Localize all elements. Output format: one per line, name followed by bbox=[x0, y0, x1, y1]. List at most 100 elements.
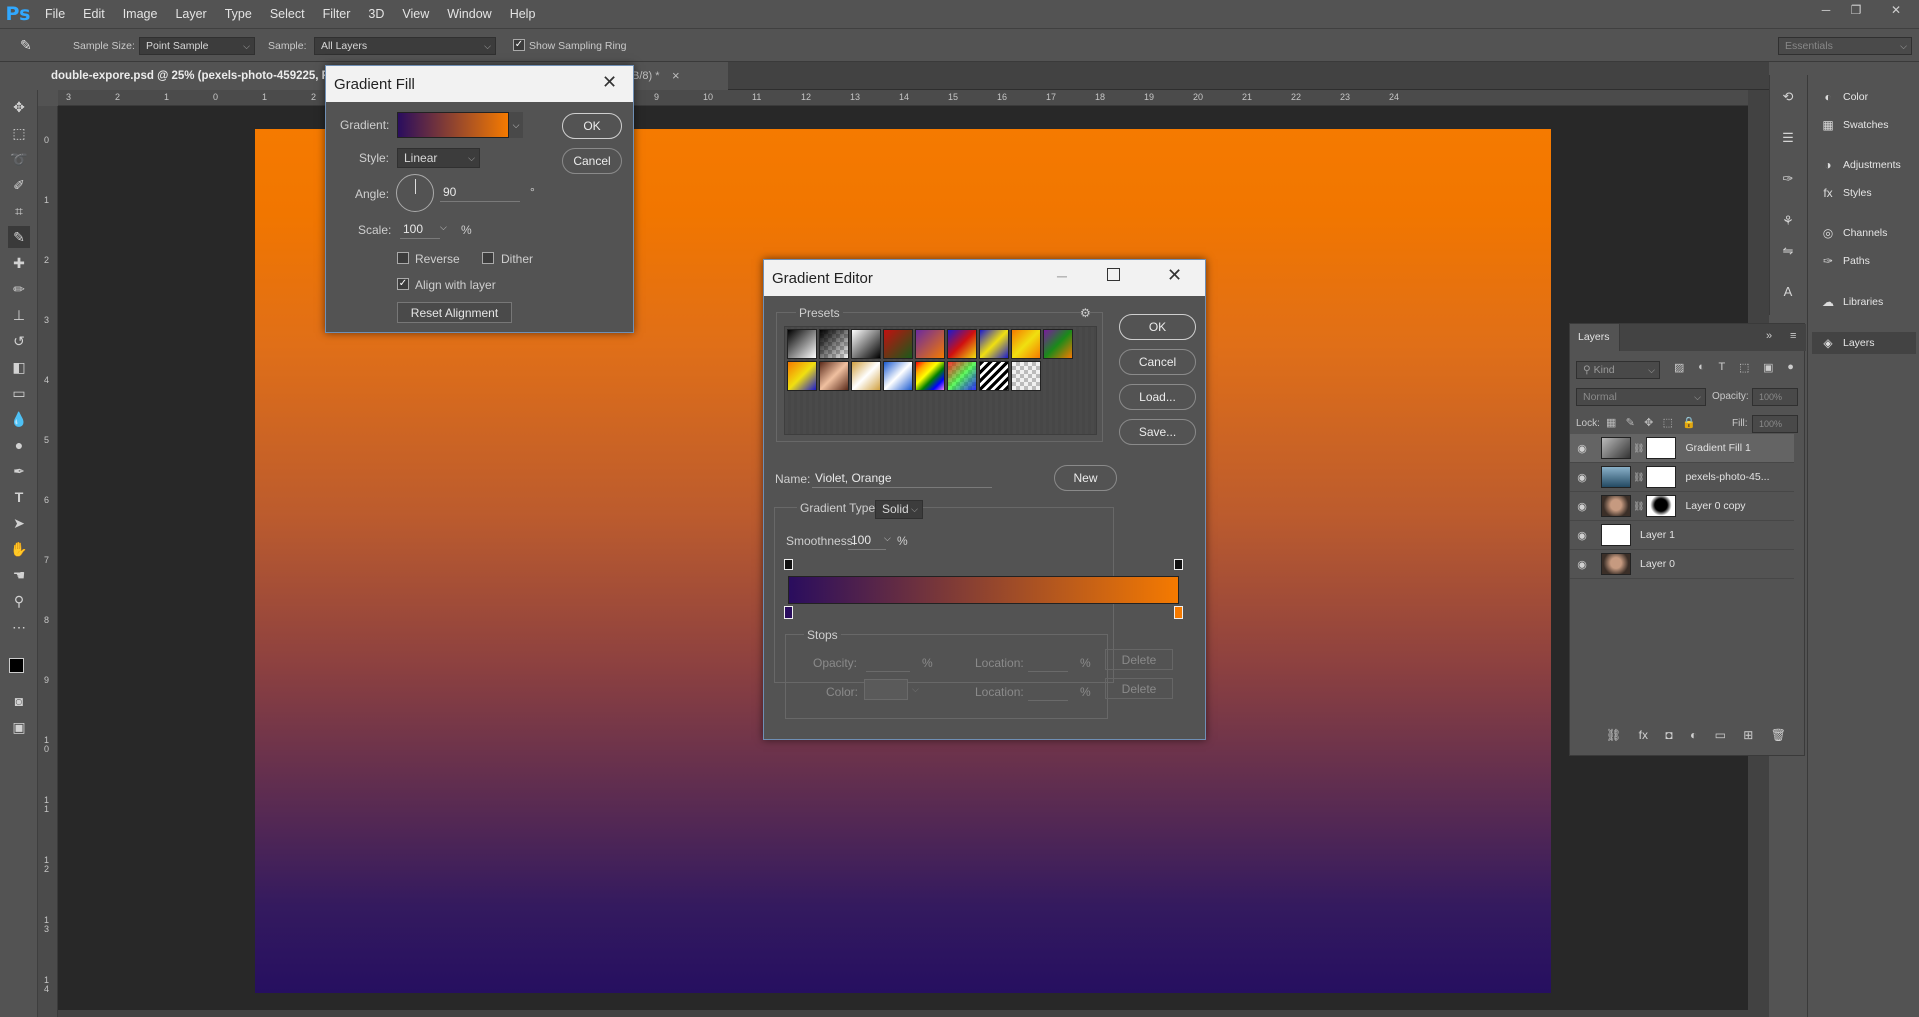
add-mask-icon[interactable]: ◘ bbox=[1665, 728, 1672, 742]
smart-filter-icon[interactable]: ▣ bbox=[1763, 361, 1773, 379]
layer-row-gradient-fill[interactable]: ◉ ⛓ Gradient Fill 1 bbox=[1570, 434, 1794, 463]
close-icon[interactable]: ✕ bbox=[1167, 265, 1182, 286]
chevron-down-icon[interactable]: ⌵ bbox=[912, 684, 919, 695]
move-tool-icon[interactable]: ✥ bbox=[8, 96, 30, 118]
gradient-swatch[interactable] bbox=[397, 112, 509, 138]
preset-swatch[interactable] bbox=[883, 361, 913, 391]
pen-tool-icon[interactable]: ✒ bbox=[8, 460, 30, 482]
clone-stamp-tool-icon[interactable]: ⊥ bbox=[8, 304, 30, 326]
dither-checkbox[interactable] bbox=[482, 252, 494, 264]
menu-layer[interactable]: Layer bbox=[166, 0, 215, 28]
gradient-name-input[interactable]: Violet, Orange bbox=[812, 470, 992, 488]
preset-swatch[interactable] bbox=[915, 329, 945, 359]
properties-icon[interactable]: ☰ bbox=[1777, 127, 1799, 149]
panel-menu-icon[interactable]: ≡ bbox=[1790, 330, 1796, 342]
shape-filter-icon[interactable]: ⬚ bbox=[1739, 361, 1749, 379]
menu-select[interactable]: Select bbox=[261, 0, 314, 28]
dock-item-adjustments[interactable]: ◑ Adjustments bbox=[1820, 154, 1900, 176]
load-button[interactable]: Load... bbox=[1119, 384, 1196, 410]
dock-item-styles[interactable]: fx Styles bbox=[1820, 182, 1871, 204]
trash-icon[interactable]: 🗑 bbox=[1771, 728, 1786, 742]
brush-tool-icon[interactable]: ✏ bbox=[8, 278, 30, 300]
align-with-layer-checkbox[interactable]: ✓ bbox=[397, 278, 409, 290]
menu-type[interactable]: Type bbox=[216, 0, 261, 28]
opacity-stop-left[interactable] bbox=[784, 559, 793, 570]
opacity-location-input[interactable] bbox=[1028, 654, 1068, 672]
style-select[interactable]: Linear ⌵ bbox=[397, 148, 480, 168]
new-layer-icon[interactable]: ⊞ bbox=[1743, 728, 1753, 742]
blur-tool-icon[interactable]: 💧 bbox=[8, 408, 30, 430]
color-stop-right[interactable] bbox=[1174, 606, 1183, 619]
visibility-eye-icon[interactable]: ◉ bbox=[1570, 558, 1594, 571]
quick-mask-icon[interactable]: ◙ bbox=[8, 690, 30, 712]
minimize-icon[interactable]: ─ bbox=[1057, 268, 1067, 284]
dock-item-color[interactable]: ◐ Color bbox=[1820, 86, 1868, 108]
preset-swatch[interactable] bbox=[947, 361, 977, 391]
horizontal-scrollbar[interactable] bbox=[58, 1010, 1748, 1017]
adjust-filter-icon[interactable]: ◐ bbox=[1698, 361, 1705, 379]
fx-icon[interactable]: fx bbox=[1639, 728, 1648, 742]
menu-window[interactable]: Window bbox=[438, 0, 500, 28]
menu-help[interactable]: Help bbox=[501, 0, 545, 28]
reset-alignment-button[interactable]: Reset Alignment bbox=[397, 302, 512, 323]
layer-row-layer-0-copy[interactable]: ◉ ⛓ Layer 0 copy bbox=[1570, 492, 1794, 521]
gradient-type-select[interactable]: Solid ⌵ bbox=[875, 500, 923, 519]
preset-swatch[interactable] bbox=[1043, 329, 1073, 359]
preset-swatch[interactable] bbox=[979, 361, 1009, 391]
more-tools-icon[interactable]: ⋯ bbox=[8, 616, 30, 638]
lock-artboard-icon[interactable]: ⬚ bbox=[1663, 416, 1673, 429]
dock-item-layers[interactable]: ◈ Layers bbox=[1812, 332, 1916, 354]
shape-tool-icon[interactable]: ✋ bbox=[8, 538, 30, 560]
lock-icons[interactable]: ▦ ✎ ✥ ⬚ 🔒 bbox=[1606, 416, 1696, 429]
ok-button[interactable]: OK bbox=[562, 113, 622, 139]
cancel-button[interactable]: Cancel bbox=[562, 148, 622, 174]
quick-select-tool-icon[interactable]: ✐ bbox=[8, 174, 30, 196]
group-folder-icon[interactable]: ▭ bbox=[1715, 728, 1726, 742]
marquee-tool-icon[interactable]: ⬚ bbox=[8, 122, 30, 144]
layer-filter-kind[interactable]: ⚲ Kind ⌵ bbox=[1576, 361, 1660, 379]
dock-item-paths[interactable]: ✑ Paths bbox=[1820, 250, 1870, 272]
layer-row-layer-1[interactable]: ◉ Layer 1 bbox=[1570, 521, 1794, 550]
gradient-preview-bar[interactable] bbox=[788, 576, 1179, 604]
filter-toggle-icon[interactable]: ● bbox=[1787, 361, 1794, 379]
layers-tab[interactable]: Layers bbox=[1570, 324, 1620, 351]
healing-brush-tool-icon[interactable]: ✚ bbox=[8, 252, 30, 274]
chevron-down-icon[interactable]: ⌵ bbox=[509, 112, 523, 138]
eraser-tool-icon[interactable]: ◧ bbox=[8, 356, 30, 378]
show-sampling-ring-checkbox[interactable]: ✓ bbox=[513, 39, 525, 51]
preset-swatch[interactable] bbox=[787, 361, 817, 391]
dock-item-swatches[interactable]: ▦ Swatches bbox=[1820, 114, 1888, 136]
preset-swatch[interactable] bbox=[915, 361, 945, 391]
new-button[interactable]: New bbox=[1054, 465, 1117, 491]
history-brush-tool-icon[interactable]: ↺ bbox=[8, 330, 30, 352]
lock-pixels-icon[interactable]: ✎ bbox=[1626, 416, 1635, 429]
blend-mode-select[interactable]: Normal ⌵ bbox=[1576, 388, 1706, 406]
type-filter-icon[interactable]: T bbox=[1719, 361, 1726, 379]
menu-edit[interactable]: Edit bbox=[74, 0, 114, 28]
preset-swatch[interactable] bbox=[947, 329, 977, 359]
menu-3d[interactable]: 3D bbox=[359, 0, 393, 28]
layer-filter-icons[interactable]: ▨ ◐ T ⬚ ▣ ● bbox=[1674, 361, 1794, 379]
preset-swatch[interactable] bbox=[979, 329, 1009, 359]
eyedropper-icon[interactable]: ✎ bbox=[20, 37, 36, 53]
visibility-eye-icon[interactable]: ◉ bbox=[1570, 500, 1594, 513]
menu-view[interactable]: View bbox=[393, 0, 438, 28]
history-icon[interactable]: ⟲ bbox=[1777, 86, 1799, 108]
smoothness-input[interactable]: 100 bbox=[848, 532, 886, 550]
hand-tool-icon[interactable]: ☚ bbox=[8, 564, 30, 586]
scale-input[interactable]: 100 bbox=[400, 221, 440, 239]
preset-swatch[interactable] bbox=[883, 329, 913, 359]
close-window-button[interactable]: ✕ bbox=[1883, 0, 1909, 20]
character-icon[interactable]: A bbox=[1777, 280, 1799, 302]
color-stop-left[interactable] bbox=[784, 606, 793, 619]
color-location-input[interactable] bbox=[1028, 683, 1068, 701]
visibility-eye-icon[interactable]: ◉ bbox=[1570, 529, 1594, 542]
preset-swatch[interactable] bbox=[819, 361, 849, 391]
link-layers-icon[interactable]: ⛓ bbox=[1606, 728, 1621, 742]
stop-opacity-input[interactable] bbox=[866, 654, 910, 672]
layer-row-pexels-photo[interactable]: ◉ ⛓ pexels-photo-45... bbox=[1570, 463, 1794, 492]
image-filter-icon[interactable]: ▨ bbox=[1674, 361, 1684, 379]
crop-tool-icon[interactable]: ⌗ bbox=[8, 200, 30, 222]
workspace-select[interactable]: Essentials ⌵ bbox=[1778, 37, 1912, 55]
lock-all-icon[interactable]: 🔒 bbox=[1682, 416, 1696, 429]
